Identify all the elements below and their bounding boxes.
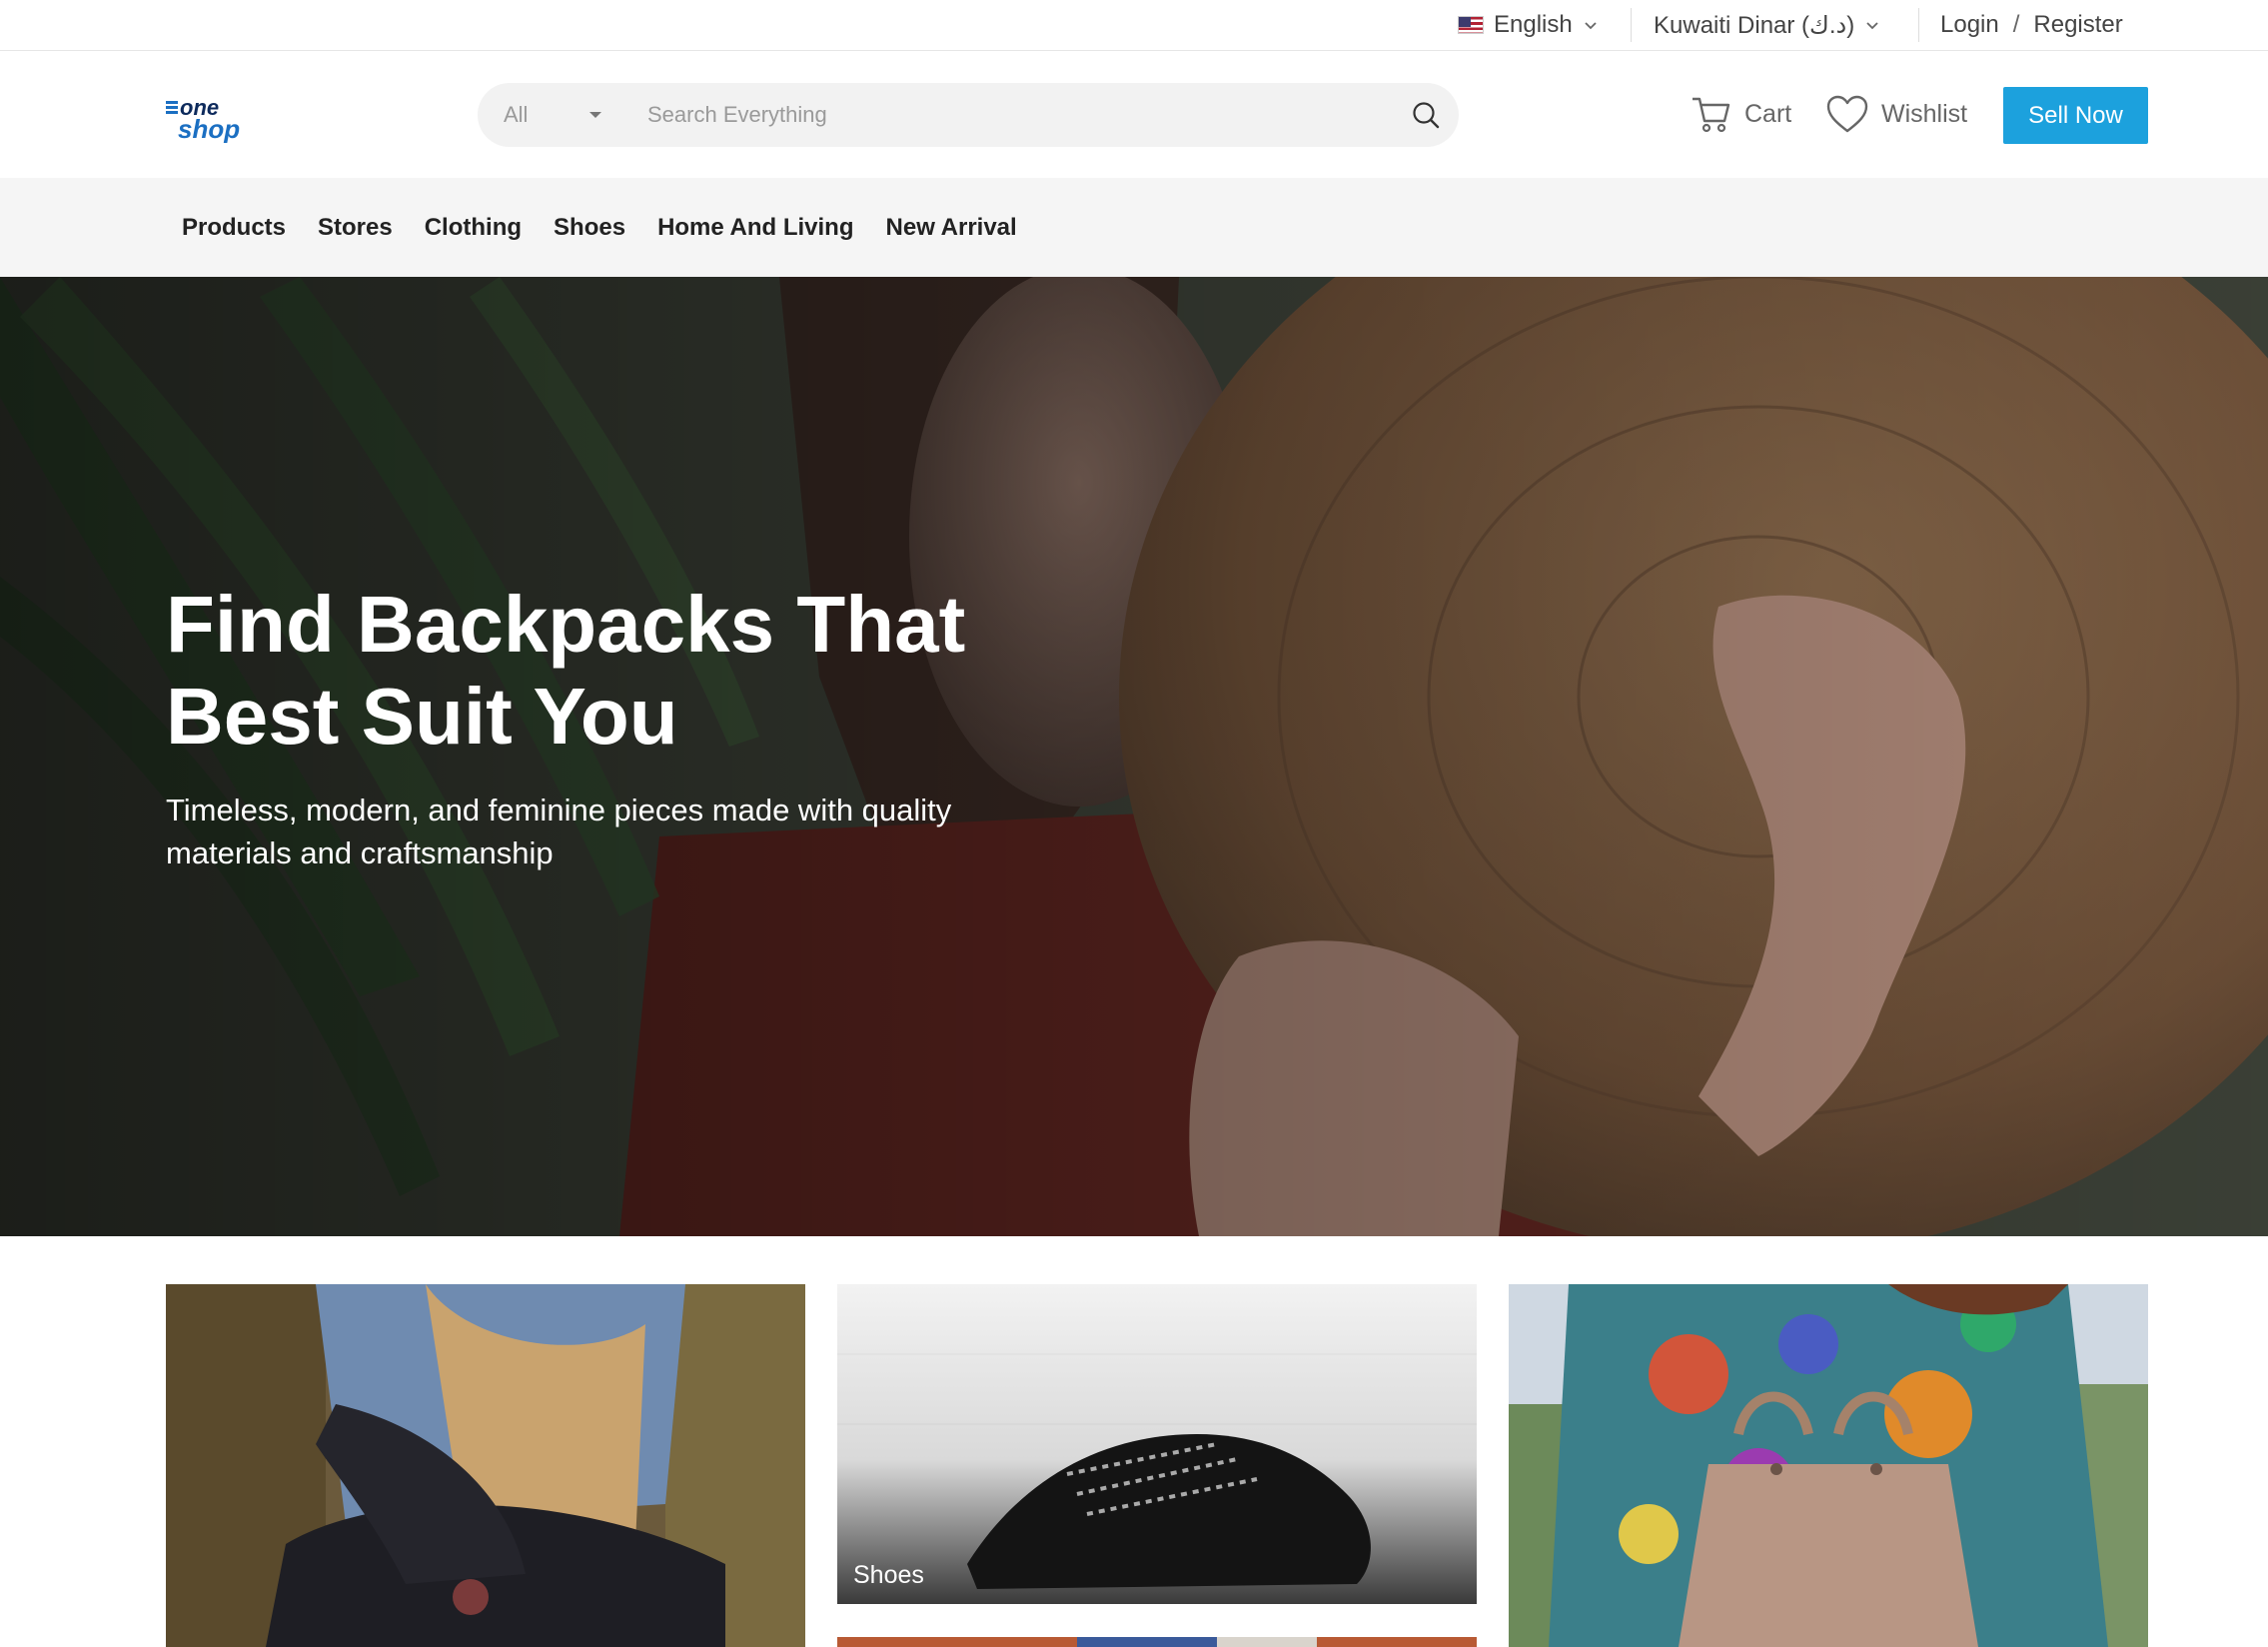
login-link[interactable]: Login <box>1940 11 1999 39</box>
search-button[interactable] <box>1393 83 1459 147</box>
nav-item-shoes[interactable]: Shoes <box>538 214 641 242</box>
tile-label-shoes: Shoes <box>853 1561 924 1589</box>
register-link[interactable]: Register <box>2033 11 2122 39</box>
cart-icon <box>1693 97 1730 133</box>
hero-title: Find Backpacks That Best Suit You <box>166 580 966 761</box>
top-utility-bar: English Kuwaiti Dinar (د.ك) Login / Regi… <box>0 0 2268 51</box>
tile-image-person-sitting <box>166 1284 805 1647</box>
nav-item-products[interactable]: Products <box>166 214 302 242</box>
divider <box>1631 8 1632 42</box>
cart-link[interactable]: Cart <box>1691 91 1791 137</box>
language-selector[interactable]: English <box>1458 0 1599 50</box>
nav-item-home-and-living[interactable]: Home And Living <box>641 214 869 242</box>
category-tile-bags[interactable] <box>1509 1284 2148 1647</box>
category-tile-shoes[interactable]: Shoes <box>837 1284 1477 1604</box>
caret-down-icon <box>589 112 601 118</box>
search-icon <box>1413 102 1440 129</box>
tile-image-partial <box>837 1637 1477 1647</box>
site-logo[interactable]: one shop <box>166 93 248 143</box>
category-tile-clothing[interactable] <box>166 1284 805 1647</box>
wishlist-label: Wishlist <box>1881 99 1968 128</box>
search-bar: All <box>478 83 1459 147</box>
auth-links: Login / Register <box>1940 0 2123 50</box>
tile-image-floral-dress-handbag <box>1509 1284 2148 1647</box>
nav-item-stores[interactable]: Stores <box>302 214 409 242</box>
category-nav: Products Stores Clothing Shoes Home And … <box>0 178 2268 277</box>
search-category-value: All <box>504 102 529 127</box>
currency-selector[interactable]: Kuwaiti Dinar (د.ك) <box>1654 0 1880 50</box>
language-label: English <box>1494 11 1573 38</box>
nav-item-clothing[interactable]: Clothing <box>409 214 538 242</box>
chevron-down-icon <box>1585 22 1597 30</box>
hero-banner[interactable]: Find Backpacks That Best Suit You Timele… <box>0 277 2268 1236</box>
nav-item-new-arrival[interactable]: New Arrival <box>870 214 1033 242</box>
currency-label: Kuwaiti Dinar (د.ك) <box>1654 11 1855 39</box>
search-input[interactable] <box>627 83 1393 147</box>
main-header: one shop All Cart Wishlist Sell Now <box>0 51 2268 178</box>
sell-now-button[interactable]: Sell Now <box>2003 87 2148 144</box>
us-flag-icon <box>1458 16 1484 34</box>
heart-icon <box>1826 95 1868 133</box>
cart-label: Cart <box>1744 99 1792 128</box>
hero-subtitle: Timeless, modern, and feminine pieces ma… <box>166 793 952 870</box>
search-category-select[interactable]: All <box>478 83 627 147</box>
auth-separator: / <box>2012 11 2020 38</box>
logo-bottom-text: shop <box>178 114 240 143</box>
wishlist-link[interactable]: Wishlist <box>1825 91 1967 137</box>
category-tile-partial[interactable] <box>837 1637 1477 1647</box>
tile-image-black-sneaker <box>837 1284 1477 1604</box>
divider <box>1918 8 1919 42</box>
chevron-down-icon <box>1866 22 1878 30</box>
